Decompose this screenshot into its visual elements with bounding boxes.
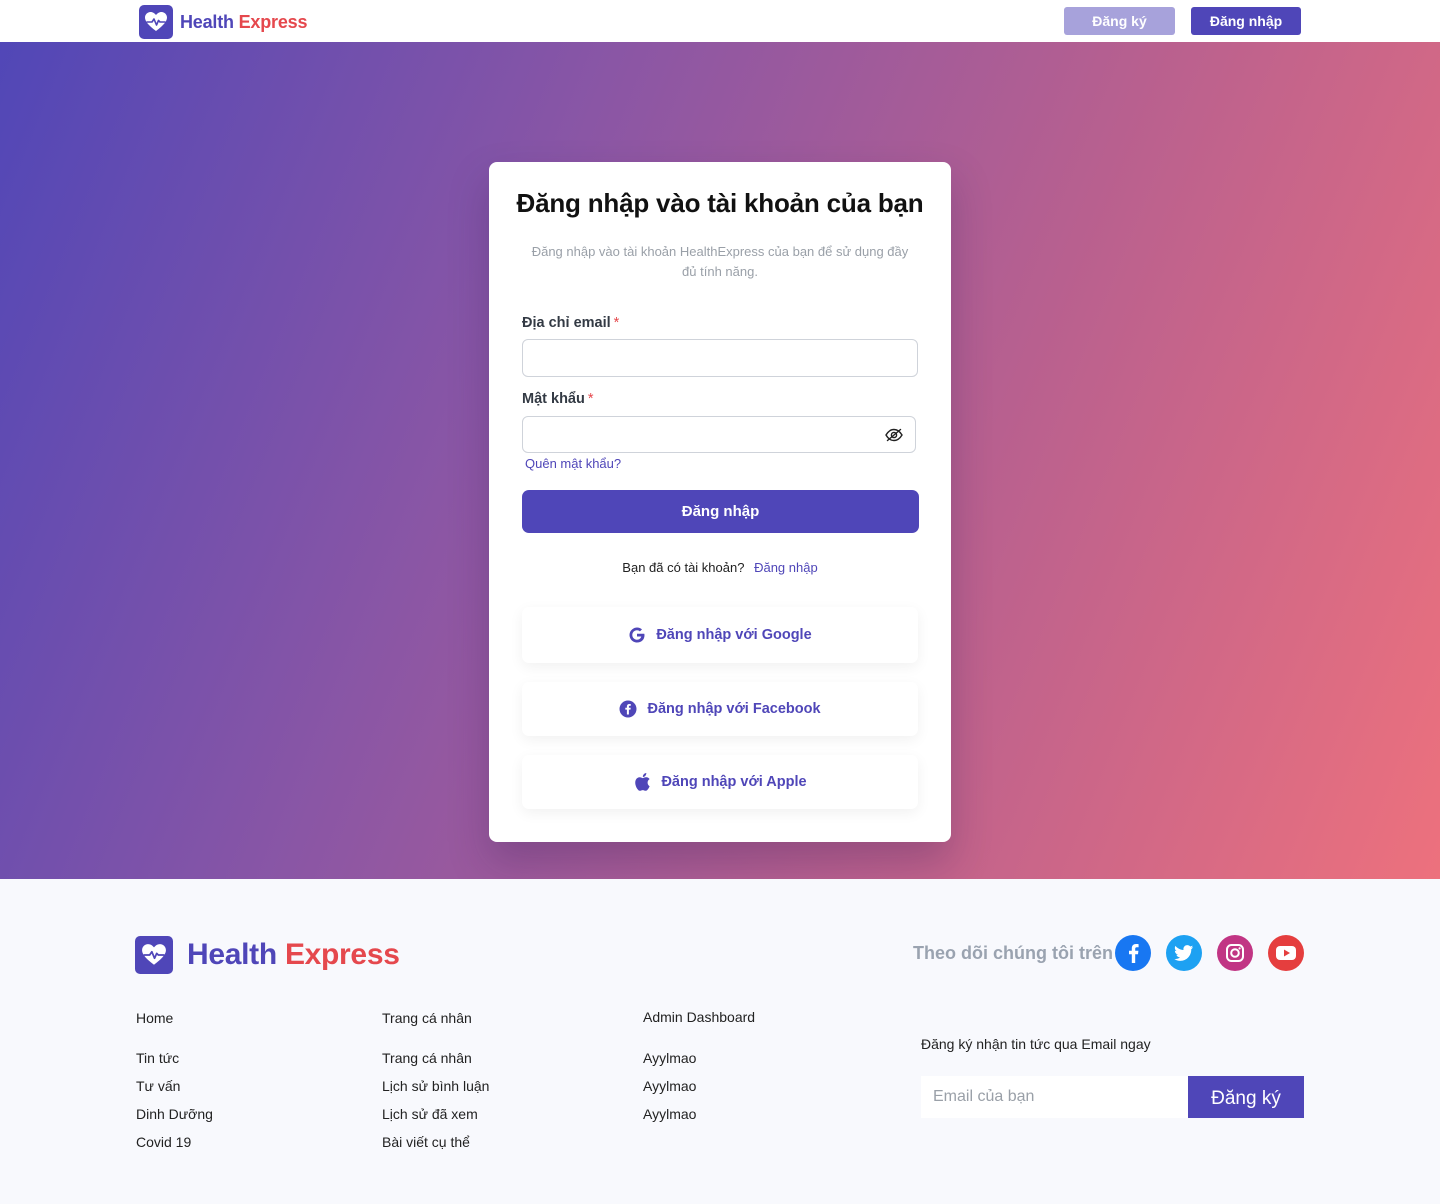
footer-link[interactable]: Covid 19 [136,1134,191,1150]
footer-link-profile[interactable]: Trang cá nhân [382,1010,472,1026]
facebook-icon[interactable] [1115,935,1151,971]
footer-link[interactable]: Tin tức [136,1050,179,1066]
google-icon [628,626,646,644]
google-login-label: Đăng nhập với Google [656,627,812,643]
facebook-icon [619,700,637,718]
footer-link-home[interactable]: Home [136,1010,173,1026]
footer: Health Express Theo dõi chúng tôi trên H… [0,879,1440,1204]
email-input[interactable] [522,339,918,377]
login-subtitle: Đăng nhập vào tài khoản HealthExpress củ… [531,244,909,279]
footer-brand-name: Health Express [187,938,400,972]
footer-link[interactable]: Lịch sử đã xem [382,1106,478,1122]
have-account-login-link[interactable]: Đăng nhập [754,560,818,575]
password-label: Mật khẩu * [522,391,594,407]
apple-login-label: Đăng nhập với Apple [661,774,807,790]
footer-brand-part2: Express [284,938,400,971]
login-title: Đăng nhập vào tài khoản của bạn [516,188,924,218]
instagram-icon[interactable] [1217,935,1253,971]
footer-link[interactable]: Lịch sử bình luận [382,1078,489,1094]
email-label-text: Địa chỉ email [522,315,611,331]
top-navbar: Health Express Đăng ký Đăng nhập [0,0,1440,42]
brand-logo-link[interactable]: Health Express [139,5,307,39]
login-button[interactable]: Đăng nhập [1191,7,1301,35]
footer-link[interactable]: Ayylmao [643,1078,696,1094]
newsletter-subscribe-button[interactable]: Đăng ký [1188,1076,1304,1118]
email-label: Địa chỉ email * [522,315,619,331]
password-label-text: Mật khẩu [522,391,585,407]
footer-brand-part1: Health [187,938,277,971]
footer-link[interactable]: Ayylmao [643,1050,696,1066]
brand-name-part2: Express [238,11,308,32]
required-mark: * [587,391,594,407]
have-account-text: Bạn đã có tài khoản? [622,560,745,575]
eye-off-icon[interactable] [883,426,905,444]
brand-name-part1: Health [180,11,234,32]
facebook-login-button[interactable]: Đăng nhập với Facebook [522,682,918,736]
register-button[interactable]: Đăng ký [1064,7,1175,35]
footer-link[interactable]: Ayylmao [643,1106,696,1122]
forgot-password-link[interactable]: Quên mật khẩu? [525,456,621,471]
footer-link[interactable]: Tư vấn [136,1078,180,1094]
footer-link[interactable]: Trang cá nhân [382,1050,472,1066]
newsletter-email-input[interactable] [921,1076,1188,1118]
heart-pulse-icon [135,936,173,974]
hero-background: Đăng nhập vào tài khoản của bạn Đăng nhậ… [0,42,1440,879]
have-account-row: Bạn đã có tài khoản? Đăng nhập [489,560,951,575]
brand-name: Health Express [180,12,307,33]
password-input[interactable] [522,416,916,453]
submit-login-button[interactable]: Đăng nhập [522,490,919,533]
footer-brand[interactable]: Health Express [135,936,400,974]
newsletter-label: Đăng ký nhận tin tức qua Email ngay [921,1036,1151,1052]
login-card: Đăng nhập vào tài khoản của bạn Đăng nhậ… [489,162,951,842]
required-mark: * [613,315,620,331]
apple-login-button[interactable]: Đăng nhập với Apple [522,755,918,809]
footer-link-admin-dashboard[interactable]: Admin Dashboard [643,1009,755,1025]
youtube-icon[interactable] [1268,935,1304,971]
footer-link[interactable]: Bài viết cụ thể [382,1134,470,1150]
facebook-login-label: Đăng nhập với Facebook [647,701,821,717]
apple-icon [633,772,651,792]
twitter-icon[interactable] [1166,935,1202,971]
follow-us-text: Theo dõi chúng tôi trên [913,943,1113,963]
heart-pulse-icon [139,5,173,39]
google-login-button[interactable]: Đăng nhập với Google [522,607,918,663]
footer-link[interactable]: Dinh Dưỡng [136,1106,213,1122]
